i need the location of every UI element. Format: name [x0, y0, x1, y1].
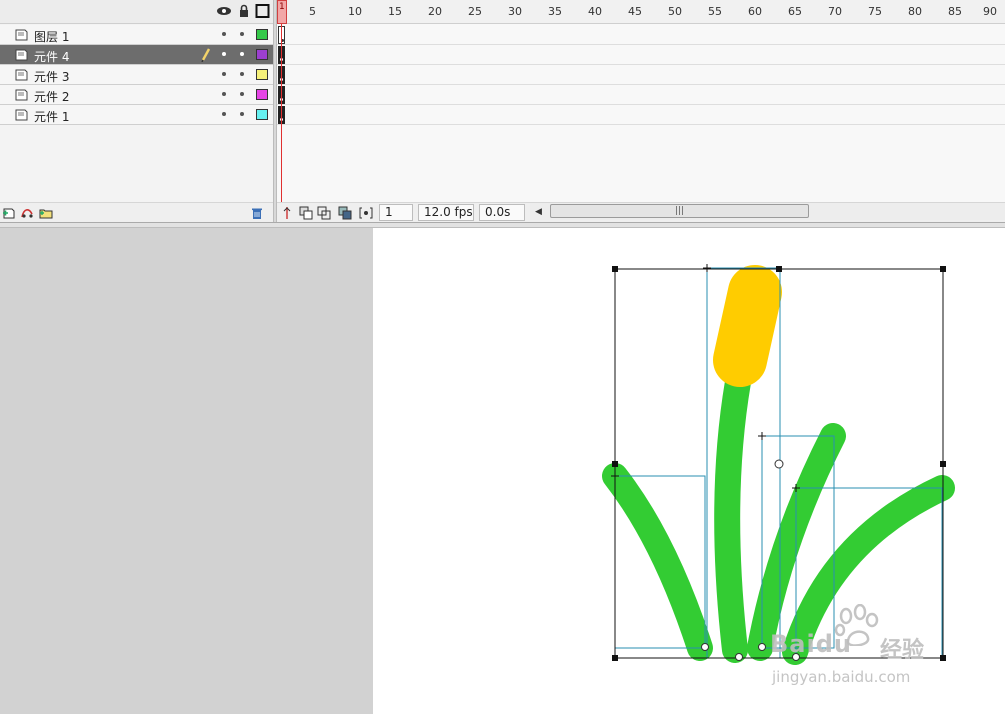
onion-skin-icon[interactable] [299, 206, 313, 220]
new-layer-icon[interactable] [2, 206, 16, 220]
outline-color-swatch[interactable] [256, 69, 268, 80]
watermark: Baidu 经验 jingyan.baidu.com [760, 604, 960, 696]
ruler-label: 10 [348, 5, 362, 18]
ruler-label: 5 [309, 5, 316, 18]
frame-row[interactable] [277, 45, 1005, 65]
motion-guide-icon[interactable] [20, 206, 34, 220]
ruler-label: 35 [548, 5, 562, 18]
ruler-label: 50 [668, 5, 682, 18]
layer-name: 元件 1 [34, 110, 70, 124]
frame-row[interactable] [277, 105, 1005, 125]
lock-dot[interactable] [240, 52, 244, 56]
layer-icon [15, 69, 28, 81]
lock-icon[interactable] [236, 4, 252, 18]
watermark-brand: Baidu [770, 630, 852, 658]
pasteboard[interactable] [0, 228, 373, 714]
visibility-dot[interactable] [222, 32, 226, 36]
layer-footer [0, 202, 273, 222]
eye-icon[interactable] [216, 4, 232, 18]
frame-row[interactable] [277, 85, 1005, 105]
layer-row[interactable]: 元件 2 [0, 85, 273, 105]
visibility-dot[interactable] [222, 112, 226, 116]
ruler-label: 55 [708, 5, 722, 18]
lock-dot[interactable] [240, 112, 244, 116]
ruler-label: 25 [468, 5, 482, 18]
visibility-dot[interactable] [222, 72, 226, 76]
ruler-label: 1 [279, 2, 285, 12]
outline-color-swatch[interactable] [256, 89, 268, 100]
ruler-label: 75 [868, 5, 882, 18]
new-folder-icon[interactable] [39, 206, 53, 220]
frame-row[interactable] [277, 25, 1005, 45]
layer-icon [15, 89, 28, 101]
layer-name: 元件 4 [34, 50, 70, 64]
layer-row[interactable]: 元件 4 [0, 45, 273, 65]
ruler-label: 45 [628, 5, 642, 18]
current-frame-field[interactable]: 1 [379, 204, 413, 221]
layer-icon [15, 109, 28, 121]
elapsed-time-field: 0.0s [479, 204, 525, 221]
frame-rate-field[interactable]: 12.0 fps [418, 204, 474, 221]
ruler-label: 65 [788, 5, 802, 18]
edit-multiple-frames-icon[interactable] [338, 206, 352, 220]
frame-ruler[interactable]: 1 5 10 15 20 25 30 35 40 45 50 55 60 65 … [277, 0, 1005, 24]
lock-dot[interactable] [240, 72, 244, 76]
layer-name: 图层 1 [34, 30, 70, 44]
ruler-label: 20 [428, 5, 442, 18]
ruler-label: 90 [983, 5, 997, 18]
ruler-label: 30 [508, 5, 522, 18]
center-frame-icon[interactable] [280, 206, 294, 220]
outline-icon[interactable] [255, 4, 271, 18]
layer-panel: 图层 1 元件 4 元件 3 元件 2 元件 1 [0, 0, 273, 222]
frame-row[interactable] [277, 65, 1005, 85]
ruler-label: 70 [828, 5, 842, 18]
ruler-label: 85 [948, 5, 962, 18]
scrollbar-grip-icon: ||| [675, 206, 685, 216]
visibility-dot[interactable] [222, 52, 226, 56]
layer-icon [15, 49, 28, 61]
visibility-dot[interactable] [222, 92, 226, 96]
layer-row[interactable]: 元件 1 [0, 105, 273, 125]
ruler-label: 40 [588, 5, 602, 18]
lock-dot[interactable] [240, 32, 244, 36]
playhead-line [281, 24, 282, 202]
outline-color-swatch[interactable] [256, 109, 268, 120]
ruler-label: 15 [388, 5, 402, 18]
ruler-label: 60 [748, 5, 762, 18]
layer-icon [15, 29, 28, 41]
ruler-label: 80 [908, 5, 922, 18]
lock-dot[interactable] [240, 92, 244, 96]
layer-name: 元件 3 [34, 70, 70, 84]
outline-color-swatch[interactable] [256, 29, 268, 40]
outline-color-swatch[interactable] [256, 49, 268, 60]
layer-row[interactable]: 图层 1 [0, 25, 273, 45]
timeline-panel: 图层 1 元件 4 元件 3 元件 2 元件 1 1 5 10 15 20 25… [0, 0, 1005, 222]
trash-icon[interactable] [250, 206, 264, 220]
watermark-url: jingyan.baidu.com [772, 668, 911, 686]
scroll-left-arrow-icon[interactable]: ◀ [535, 207, 542, 217]
onion-skin-outlines-icon[interactable] [317, 206, 331, 220]
modify-onion-markers-icon[interactable] [359, 206, 373, 220]
frames-area[interactable]: 1 5 10 15 20 25 30 35 40 45 50 55 60 65 … [277, 0, 1005, 202]
layer-name: 元件 2 [34, 90, 70, 104]
pencil-icon [201, 48, 211, 62]
layer-row[interactable]: 元件 3 [0, 65, 273, 85]
layer-header [0, 0, 273, 24]
watermark-suffix: 经验 [880, 638, 925, 663]
